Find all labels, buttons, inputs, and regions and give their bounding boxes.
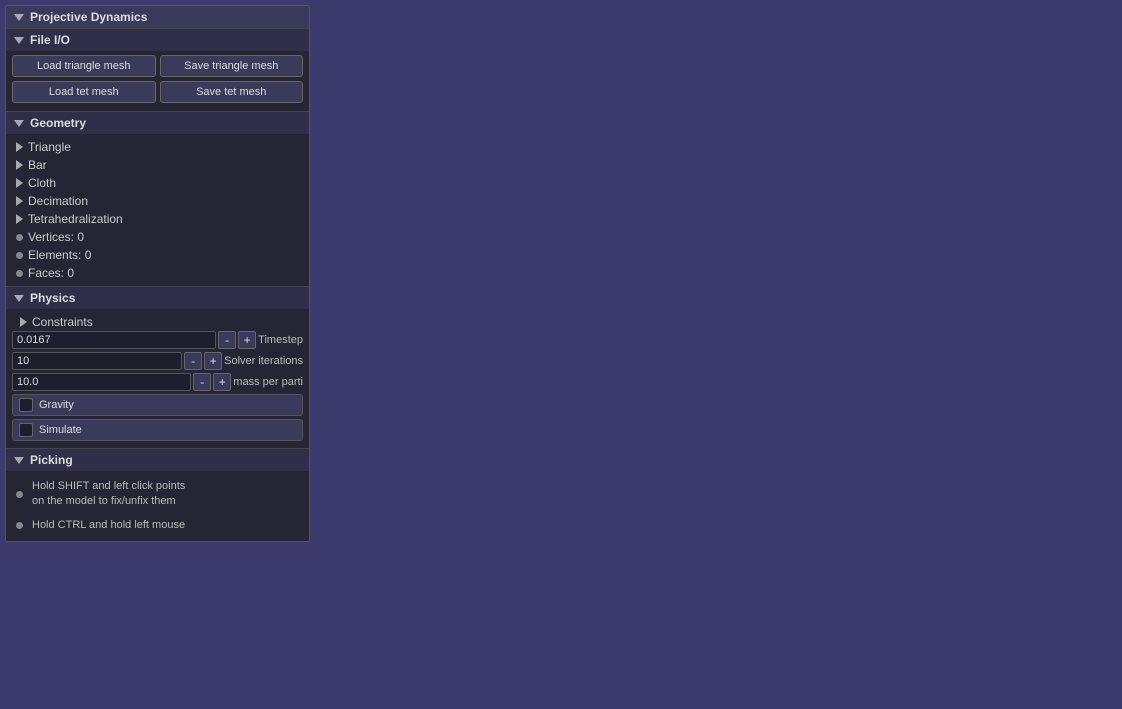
panel-title: Projective Dynamics xyxy=(30,10,147,24)
solver-iter-plus-button[interactable]: + xyxy=(204,352,222,370)
picking-header[interactable]: Picking xyxy=(6,449,309,471)
gravity-checkbox xyxy=(19,398,33,412)
bar-expand-icon xyxy=(16,160,23,170)
geometry-collapse-icon xyxy=(14,120,24,127)
picking-section: Picking Hold SHIFT and left click points… xyxy=(6,448,309,541)
geometry-decimation-item[interactable]: Decimation xyxy=(12,192,303,210)
geometry-bar-item[interactable]: Bar xyxy=(12,156,303,174)
geometry-triangle-label: Triangle xyxy=(28,140,71,154)
physics-label: Physics xyxy=(30,291,75,305)
picking-instruction-1: Hold SHIFT and left click pointson the m… xyxy=(12,475,303,514)
panel-header[interactable]: Projective Dynamics xyxy=(6,6,309,28)
geometry-tetra-label: Tetrahedralization xyxy=(28,212,123,226)
picking-text-2: Hold CTRL and hold left mouse xyxy=(28,516,189,535)
solver-iter-input[interactable] xyxy=(12,352,182,370)
mass-plus-button[interactable]: + xyxy=(213,373,231,391)
timestep-row: - + Timestep xyxy=(12,331,303,349)
physics-content: Constraints - + Timestep - + Solver iter… xyxy=(6,309,309,448)
picking-content: Hold SHIFT and left click pointson the m… xyxy=(6,471,309,541)
mass-row: - + mass per parti xyxy=(12,373,303,391)
timestep-input[interactable] xyxy=(12,331,216,349)
gravity-label: Gravity xyxy=(39,399,74,411)
constraints-expand-icon xyxy=(20,317,27,327)
cloth-expand-icon xyxy=(16,178,23,188)
gravity-toggle[interactable]: Gravity xyxy=(12,394,303,416)
geometry-cloth-item[interactable]: Cloth xyxy=(12,174,303,192)
geometry-triangle-item[interactable]: Triangle xyxy=(12,138,303,156)
physics-header[interactable]: Physics xyxy=(6,287,309,309)
faces-bullet xyxy=(16,270,23,277)
geometry-cloth-label: Cloth xyxy=(28,176,56,190)
vertices-label: Vertices: 0 xyxy=(28,230,84,244)
save-triangle-button[interactable]: Save triangle mesh xyxy=(160,55,304,77)
elements-label: Elements: 0 xyxy=(28,248,91,262)
geometry-tetra-item[interactable]: Tetrahedralization xyxy=(12,210,303,228)
constraints-label: Constraints xyxy=(32,315,93,329)
decimation-expand-icon xyxy=(16,196,23,206)
picking-instruction-2: Hold CTRL and hold left mouse xyxy=(12,514,303,537)
mass-label: mass per parti xyxy=(233,376,303,388)
tetra-expand-icon xyxy=(16,214,23,224)
simulate-checkbox xyxy=(19,423,33,437)
faces-stat: Faces: 0 xyxy=(12,264,303,282)
elements-bullet xyxy=(16,252,23,259)
geometry-content: Triangle Bar Cloth Decimation Tetrahedra… xyxy=(6,134,309,286)
timestep-label: Timestep xyxy=(258,334,303,346)
geometry-decimation-label: Decimation xyxy=(28,194,88,208)
vertices-bullet xyxy=(16,234,23,241)
solver-iter-label: Solver iterations xyxy=(224,355,303,367)
file-io-section: File I/O Load triangle mesh Save triangl… xyxy=(6,28,309,111)
triangle-expand-icon xyxy=(16,142,23,152)
main-panel: Projective Dynamics File I/O Load triang… xyxy=(5,5,310,542)
geometry-section: Geometry Triangle Bar Cloth Decimation T… xyxy=(6,111,309,286)
save-tet-button[interactable]: Save tet mesh xyxy=(160,81,304,103)
constraints-item[interactable]: Constraints xyxy=(12,313,303,331)
load-tet-button[interactable]: Load tet mesh xyxy=(12,81,156,103)
file-io-label: File I/O xyxy=(30,33,70,47)
solver-iter-row: - + Solver iterations xyxy=(12,352,303,370)
simulate-label: Simulate xyxy=(39,424,82,436)
panel-collapse-icon xyxy=(14,14,24,21)
vertices-stat: Vertices: 0 xyxy=(12,228,303,246)
geometry-header[interactable]: Geometry xyxy=(6,112,309,134)
picking-label: Picking xyxy=(30,453,73,467)
picking-bullet-1 xyxy=(16,491,23,498)
timestep-minus-button[interactable]: - xyxy=(218,331,236,349)
elements-stat: Elements: 0 xyxy=(12,246,303,264)
geometry-bar-label: Bar xyxy=(28,158,47,172)
faces-label: Faces: 0 xyxy=(28,266,74,280)
geometry-label: Geometry xyxy=(30,116,86,130)
picking-collapse-icon xyxy=(14,457,24,464)
load-triangle-button[interactable]: Load triangle mesh xyxy=(12,55,156,77)
mass-minus-button[interactable]: - xyxy=(193,373,211,391)
file-io-content: Load triangle mesh Save triangle mesh Lo… xyxy=(6,51,309,111)
file-io-header[interactable]: File I/O xyxy=(6,29,309,51)
solver-iter-minus-button[interactable]: - xyxy=(184,352,202,370)
physics-section: Physics Constraints - + Timestep - + Sol… xyxy=(6,286,309,448)
simulate-toggle[interactable]: Simulate xyxy=(12,419,303,441)
physics-collapse-icon xyxy=(14,295,24,302)
timestep-plus-button[interactable]: + xyxy=(238,331,256,349)
picking-bullet-2 xyxy=(16,522,23,529)
mass-input[interactable] xyxy=(12,373,191,391)
picking-text-1: Hold SHIFT and left click pointson the m… xyxy=(28,477,189,512)
file-io-collapse-icon xyxy=(14,37,24,44)
file-io-row-2: Load tet mesh Save tet mesh xyxy=(12,81,303,103)
file-io-row-1: Load triangle mesh Save triangle mesh xyxy=(12,55,303,77)
